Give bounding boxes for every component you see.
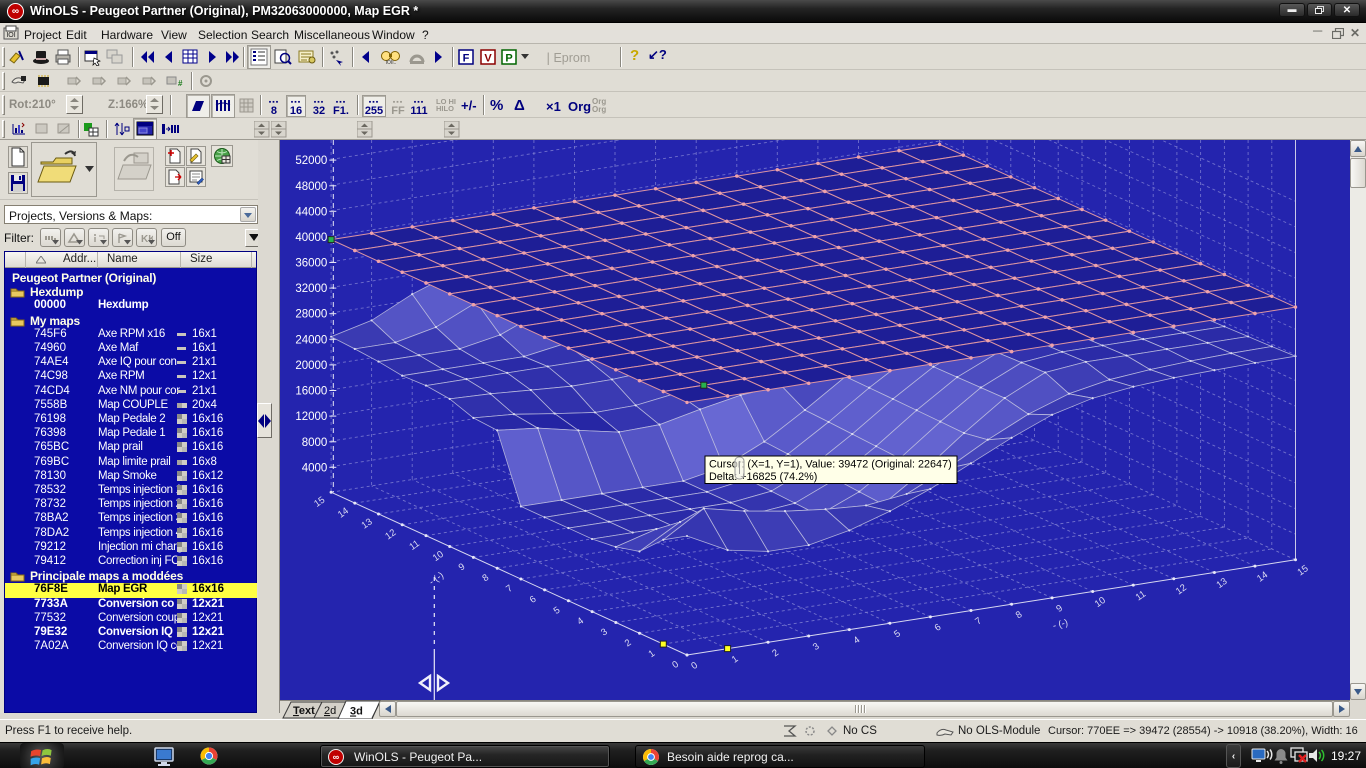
svg-text:4000: 4000 <box>302 462 328 474</box>
svg-text:44000: 44000 <box>295 206 327 218</box>
svg-text:16000: 16000 <box>295 386 327 398</box>
svg-text:40000: 40000 <box>295 232 327 244</box>
svg-text:Cursor: (X=1, Y=1), Value: 394: Cursor: (X=1, Y=1), Value: 39472 (Origin… <box>709 459 952 471</box>
svg-text:36000: 36000 <box>295 258 327 270</box>
svg-text:20000: 20000 <box>295 360 327 372</box>
svg-text:3d: 3d <box>350 706 363 718</box>
svg-text:12000: 12000 <box>295 411 327 423</box>
svg-text:V: V <box>484 53 492 65</box>
svg-text:Delta: +16825 (74.2%): Delta: +16825 (74.2%) <box>709 471 817 483</box>
svg-text:2d: 2d <box>324 705 336 717</box>
svg-text:48000: 48000 <box>295 181 327 193</box>
svg-text:Text: Text <box>293 705 315 717</box>
svg-text:32000: 32000 <box>295 283 327 295</box>
svg-text:F: F <box>463 53 470 65</box>
svg-text:24000: 24000 <box>295 334 327 346</box>
svg-text:28000: 28000 <box>295 309 327 321</box>
svg-text:#: # <box>178 79 183 88</box>
svg-text:52000: 52000 <box>295 155 327 167</box>
svg-text:8000: 8000 <box>302 437 328 449</box>
svg-text:IOII..: IOII.. <box>386 60 397 66</box>
svg-text:IOI: IOI <box>6 32 15 39</box>
svg-text:P: P <box>505 53 512 65</box>
